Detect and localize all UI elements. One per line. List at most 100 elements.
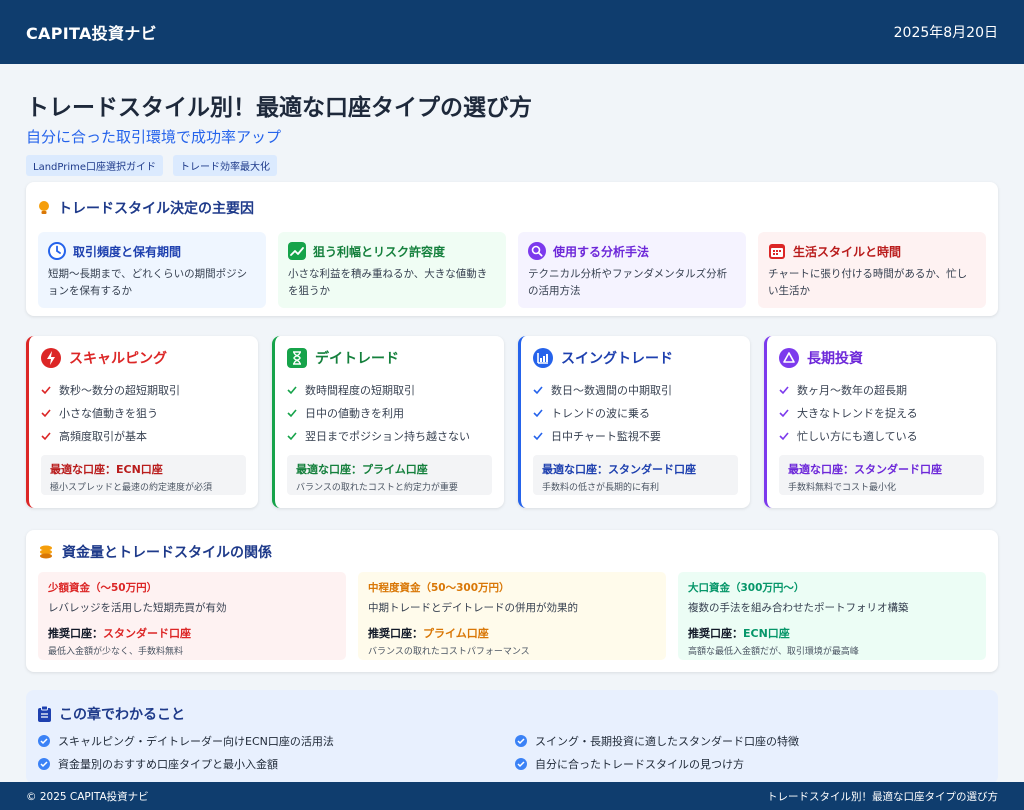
summary-heading-text: この章でわかること [59, 707, 185, 723]
style-point: 大きなトレンドを捉える [779, 401, 984, 424]
style-point: 数時間程度の短期取引 [287, 378, 492, 401]
capital-small: 少額資金（〜50万円） レバレッジを活用した短期売買が有効 推奨口座：スタンダー… [38, 572, 346, 660]
summary-item: 自分に合ったトレードスタイルの見つけ方 [515, 755, 992, 772]
check-icon [287, 385, 297, 395]
check-circle-icon [515, 734, 527, 747]
factor-title: 取引頻度と保有期間 [73, 244, 182, 259]
style-point: 日中の値動きを利用 [287, 401, 492, 424]
capital-large: 大口資金（300万円〜） 複数の手法を組み合わせたポートフォリオ構築 推奨口座：… [678, 572, 986, 660]
style-title: スイングトレード [561, 351, 673, 367]
style-card-daytrade: デイトレード 数時間程度の短期取引 日中の値動きを利用 翌日までポジション持ち越… [272, 336, 504, 508]
factors-heading-text: トレードスタイル決定の主要因 [58, 201, 254, 217]
capital-desc: 中期トレードとデイトレードの併用が効果的 [368, 602, 578, 614]
style-point: 小さな値動きを狙う [41, 401, 246, 424]
capital-desc: レバレッジを活用した短期売買が有効 [48, 602, 227, 614]
capital-medium: 中程度資金（50〜300万円） 中期トレードとデイトレードの併用が効果的 推奨口… [358, 572, 666, 660]
check-icon [287, 431, 297, 441]
capital-list: 少額資金（〜50万円） レバレッジを活用した短期売買が有効 推奨口座：スタンダー… [38, 572, 986, 660]
check-circle-icon [515, 757, 527, 770]
copyright: © 2025 CAPITA投資ナビ [26, 790, 149, 803]
capital-card: 資金量とトレードスタイルの関係 少額資金（〜50万円） レバレッジを活用した短期… [26, 530, 998, 672]
recommended-account: 推奨口座：スタンダード口座 [48, 627, 191, 640]
footer-title: トレードスタイル別！最適な口座タイプの選び方 [767, 790, 998, 803]
check-icon [779, 431, 789, 441]
style-point: 忙しい方にも適している [779, 424, 984, 447]
capital-note: 高額な最低入金額だが、取引環境が最高峰 [688, 647, 859, 657]
capital-note: 最低入金額が少なく、手数料無料 [48, 647, 184, 657]
lightbulb-icon [38, 200, 50, 216]
check-circle-icon [38, 757, 50, 770]
factor-title: 使用する分析手法 [553, 244, 650, 259]
factor-list: 取引頻度と保有期間 短期〜長期まで、どれくらいの期間ポジションを保有するか 狙う… [38, 232, 986, 308]
magnifier-icon [528, 242, 546, 260]
style-title: スキャルピング [69, 351, 167, 367]
header-date: 2025年8月20日 [893, 25, 998, 41]
recommended-account: 最適な口座：スタンダード口座 [788, 463, 942, 476]
capital-range: 大口資金（300万円〜） [688, 582, 805, 594]
page-subtitle: 自分に合った取引環境で成功率アップ [26, 128, 282, 146]
factor-profit-risk: 狙う利幅とリスク許容度 小さな利益を積み重ねるか、大きな値動きを狙うか [278, 232, 506, 308]
coins-icon [38, 544, 54, 560]
factors-heading: トレードスタイル決定の主要因 [38, 198, 986, 218]
calendar-icon [768, 242, 786, 260]
summary-list: スキャルピング・デイトレーダー向けECN口座の活用法 スイング・長期投資に適した… [38, 732, 986, 772]
style-point: 数日〜数週間の中期取引 [533, 378, 738, 401]
style-card-scalping: スキャルピング 数秒〜数分の超短期取引 小さな値動きを狙う 高頻度取引が基本 最… [26, 336, 258, 508]
style-point: 数ヶ月〜数年の超長期 [779, 378, 984, 401]
tag-list: LandPrime口座選択ガイド トレード効率最大化 [26, 155, 996, 176]
recommended-account: 最適な口座：ECN口座 [50, 463, 163, 476]
style-point: 数秒〜数分の超短期取引 [41, 378, 246, 401]
account-note: 極小スプレッドと最速の約定速度が必須 [50, 483, 213, 493]
capital-range: 中程度資金（50〜300万円） [368, 582, 510, 594]
style-point: 日中チャート監視不要 [533, 424, 738, 447]
factors-card: トレードスタイル決定の主要因 取引頻度と保有期間 短期〜長期まで、どれくらいの期… [26, 182, 998, 316]
check-icon [41, 385, 51, 395]
check-icon [41, 431, 51, 441]
recommended-account-box: 最適な口座：ECN口座 極小スプレッドと最速の約定速度が必須 [41, 455, 246, 495]
capital-heading: 資金量とトレードスタイルの関係 [38, 542, 986, 562]
summary-item: スイング・長期投資に適したスタンダード口座の特徴 [515, 732, 992, 749]
summary-item: 資金量別のおすすめ口座タイプと最小入金額 [38, 755, 515, 772]
clock-icon [48, 242, 66, 260]
style-points: 数日〜数週間の中期取引 トレンドの波に乗る 日中チャート監視不要 [533, 378, 738, 447]
factor-lifestyle: 生活スタイルと時間 チャートに張り付ける時間があるか、忙しい生活か [758, 232, 986, 308]
recommended-account: 最適な口座：スタンダード口座 [542, 463, 696, 476]
summary-item: スキャルピング・デイトレーダー向けECN口座の活用法 [38, 732, 515, 749]
style-title: デイトレード [315, 351, 399, 367]
style-points: 数秒〜数分の超短期取引 小さな値動きを狙う 高頻度取引が基本 [41, 378, 246, 447]
recommended-account: 推奨口座：プライム口座 [368, 627, 489, 640]
hero-section: トレードスタイル別！最適な口座タイプの選び方 自分に合った取引環境で成功率アップ… [26, 88, 996, 176]
style-point: 高頻度取引が基本 [41, 424, 246, 447]
account-note: 手数料無料でコスト最小化 [788, 483, 897, 493]
factor-desc: 短期〜長期まで、どれくらいの期間ポジションを保有するか [48, 268, 248, 297]
factor-desc: 小さな利益を積み重ねるか、大きな値動きを狙うか [288, 268, 488, 297]
check-icon [41, 408, 51, 418]
summary-heading: この章でわかること [38, 704, 986, 724]
factor-analysis: 使用する分析手法 テクニカル分析やファンダメンタルズ分析の活用方法 [518, 232, 746, 308]
recommended-account: 最適な口座：プライム口座 [296, 463, 428, 476]
tag: LandPrime口座選択ガイド [26, 155, 164, 176]
factor-frequency: 取引頻度と保有期間 短期〜長期まで、どれくらいの期間ポジションを保有するか [38, 232, 266, 308]
style-point: 翌日までポジション持ち越さない [287, 424, 492, 447]
page-title: トレードスタイル別！最適な口座タイプの選び方 [26, 95, 532, 121]
clipboard-icon [38, 706, 51, 722]
style-point: トレンドの波に乗る [533, 401, 738, 424]
style-points: 数時間程度の短期取引 日中の値動きを利用 翌日までポジション持ち越さない [287, 378, 492, 447]
chapter-summary: この章でわかること スキャルピング・デイトレーダー向けECN口座の活用法 スイン… [26, 690, 998, 784]
check-icon [779, 385, 789, 395]
capital-range: 少額資金（〜50万円） [48, 582, 158, 594]
brand-logo[interactable]: CAPITA投資ナビ [26, 20, 157, 44]
triangle-icon [779, 348, 799, 368]
top-header: CAPITA投資ナビ 2025年8月20日 [0, 0, 1024, 64]
bar-chart-icon [533, 348, 553, 368]
factor-desc: テクニカル分析やファンダメンタルズ分析の活用方法 [528, 268, 728, 297]
recommended-account-box: 最適な口座：プライム口座 バランスの取れたコストと約定力が重要 [287, 455, 492, 495]
account-note: バランスの取れたコストと約定力が重要 [296, 483, 458, 493]
check-icon [287, 408, 297, 418]
hourglass-icon [287, 348, 307, 368]
recommended-account-box: 最適な口座：スタンダード口座 手数料無料でコスト最小化 [779, 455, 984, 495]
capital-desc: 複数の手法を組み合わせたポートフォリオ構築 [688, 602, 909, 614]
style-points: 数ヶ月〜数年の超長期 大きなトレンドを捉える 忙しい方にも適している [779, 378, 984, 447]
style-card-swing: スイングトレード 数日〜数週間の中期取引 トレンドの波に乗る 日中チャート監視不… [518, 336, 750, 508]
check-circle-icon [38, 734, 50, 747]
